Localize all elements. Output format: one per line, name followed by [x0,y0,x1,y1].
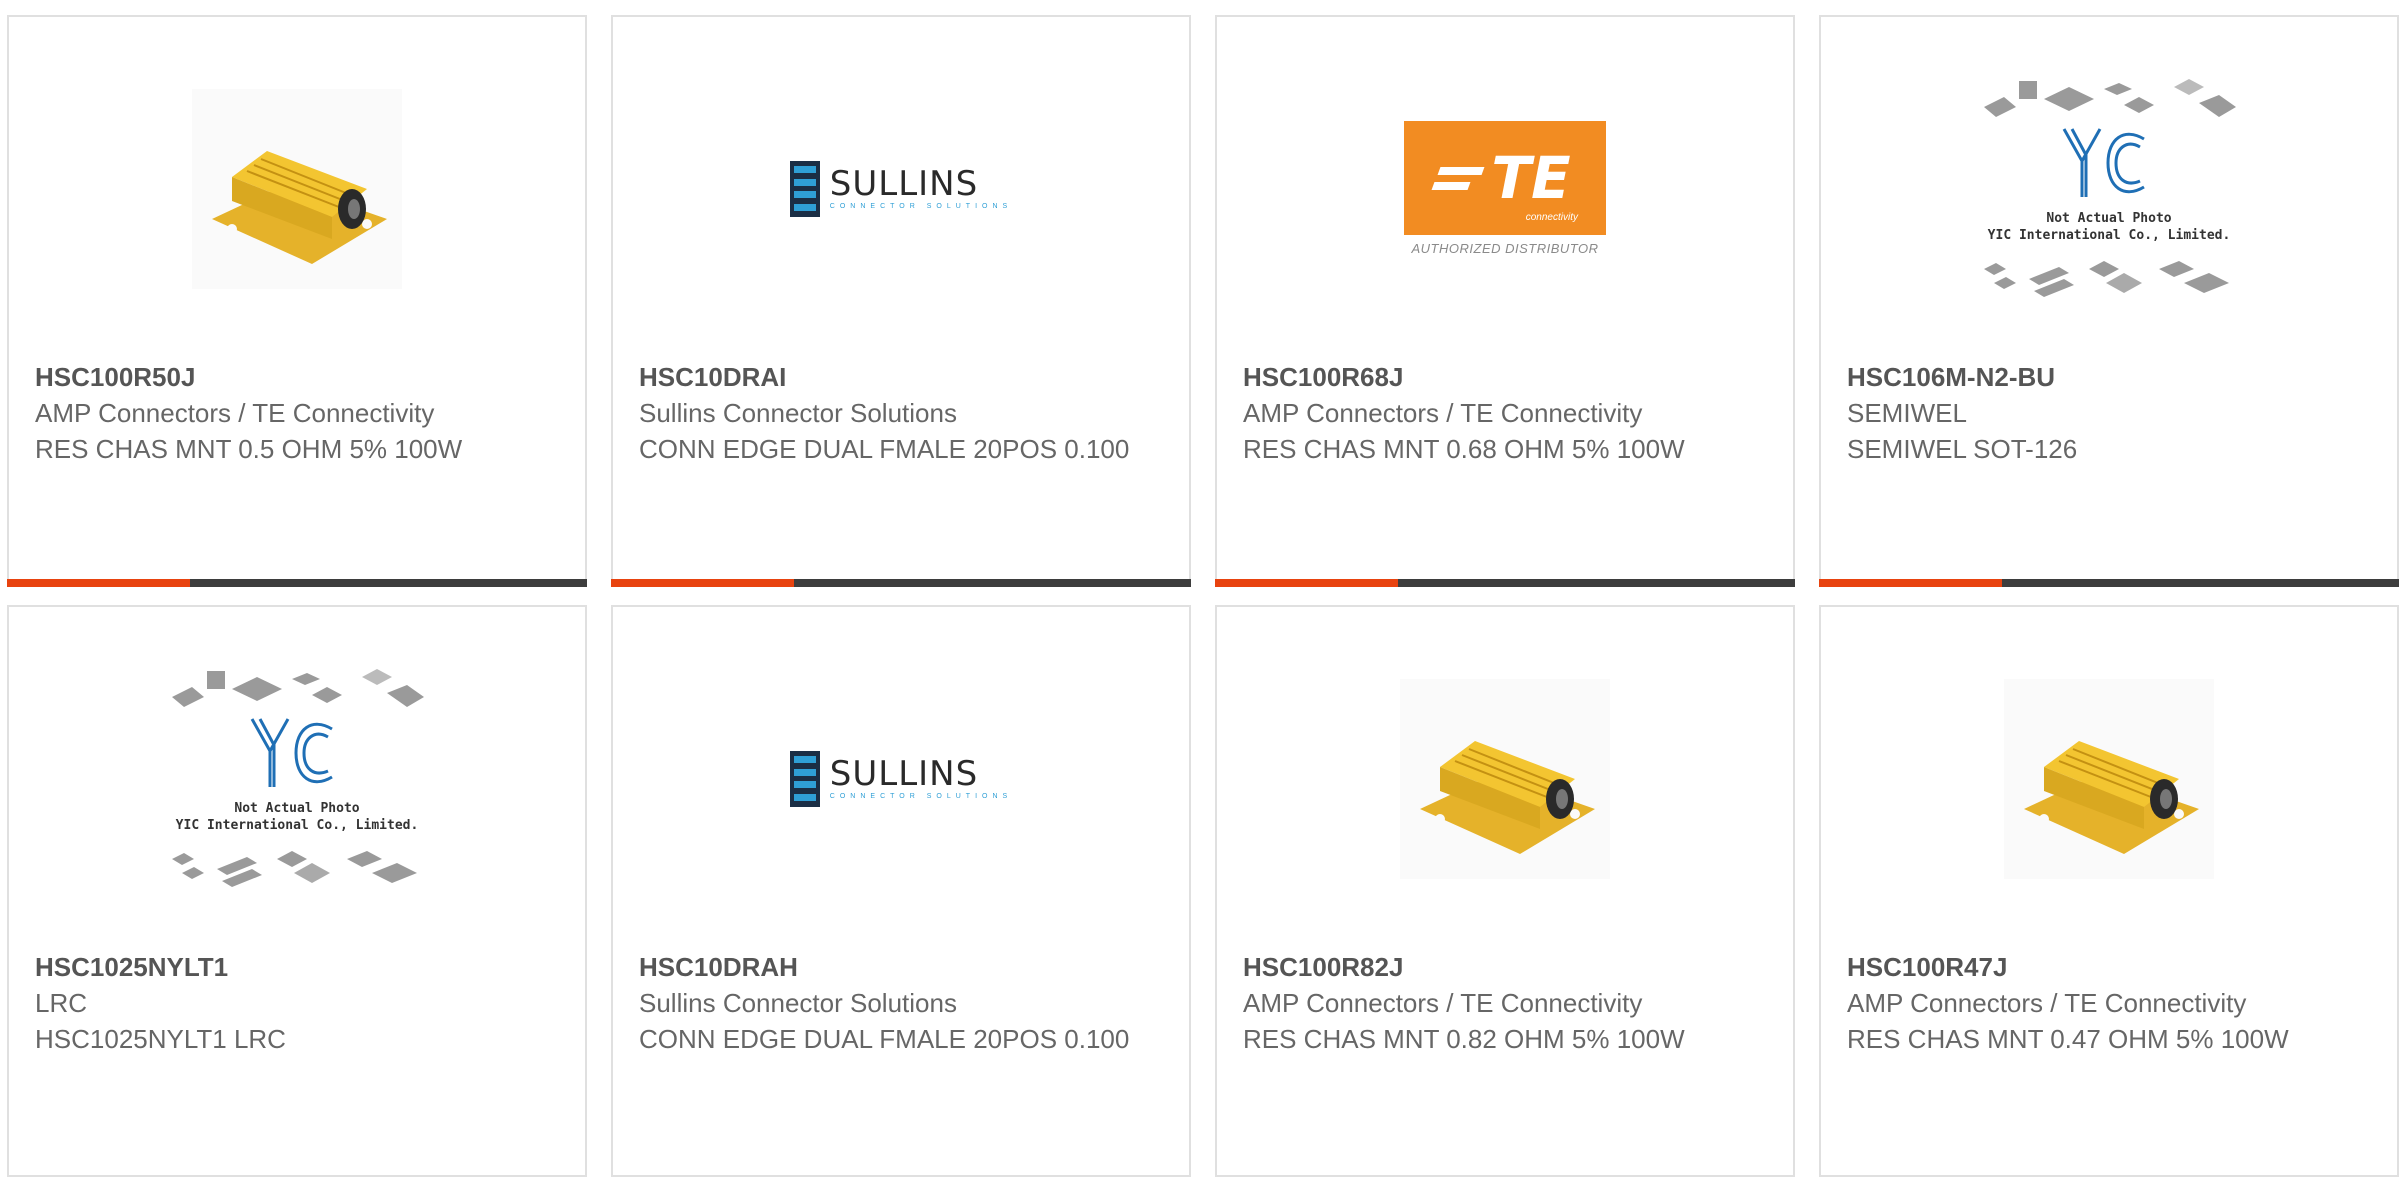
description: RES CHAS MNT 0.47 OHM 5% 100W [1847,1024,2289,1054]
product-text: HSC100R47J AMP Connectors / TE Connectiv… [1847,949,2371,1057]
te-logo: TE connectivity AUTHORIZED DISTRIBUTOR [1404,121,1606,256]
sullins-wordmark: SULLINS [829,753,979,794]
product-card[interactable]: HSC100R82J AMP Connectors / TE Connectiv… [1215,605,1795,1177]
part-number[interactable]: HSC106M-N2-BU [1847,359,2371,395]
product-text: HSC100R82J AMP Connectors / TE Connectiv… [1243,949,1767,1057]
product-text: HSC106M-N2-BU SEMIWEL SEMIWEL SOT-126 [1847,359,2371,467]
manufacturer: AMP Connectors / TE Connectivity [1847,988,2247,1018]
sullins-tagline: CONNECTOR SOLUTIONS [829,202,1013,210]
part-number[interactable]: HSC10DRAI [639,359,1163,395]
resistor-image [1400,678,1610,879]
card-footer-accent [7,579,190,587]
card-footer-bar [1819,579,2399,587]
yic-placeholder-image: Not Actual Photo YIC International Co., … [172,668,424,887]
description: HSC1025NYLT1 LRC [35,1024,286,1054]
manufacturer: SEMIWEL [1847,398,1967,428]
product-card[interactable]: Not Actual Photo YIC International Co., … [7,605,587,1177]
yic-line1: Not Actual Photo [234,801,359,816]
product-image[interactable] [1821,607,2397,950]
product-card[interactable]: SULLINS CONNECTOR SOLUTIONS HSC10DRAI Su… [611,15,1191,587]
sullins-wordmark: SULLINS [829,163,979,204]
product-grid: HSC100R50J AMP Connectors / TE Connectiv… [7,15,2399,1177]
sullins-logo: SULLINS CONNECTOR SOLUTIONS [789,160,1013,217]
card-footer-accent [611,579,794,587]
product-text: HSC100R50J AMP Connectors / TE Connectiv… [35,359,559,467]
product-card[interactable]: Not Actual Photo YIC International Co., … [1819,15,2399,587]
product-image[interactable] [1217,607,1793,950]
description: SEMIWEL SOT-126 [1847,434,2078,464]
part-number[interactable]: HSC1025NYLT1 [35,949,559,985]
sullins-mark-icon [789,160,820,217]
manufacturer: Sullins Connector Solutions [639,398,957,428]
manufacturer: Sullins Connector Solutions [639,988,957,1018]
product-card[interactable]: SULLINS CONNECTOR SOLUTIONS HSC10DRAH Su… [611,605,1191,1177]
product-image[interactable]: Not Actual Photo YIC International Co., … [1821,17,2397,360]
product-card[interactable]: HSC100R50J AMP Connectors / TE Connectiv… [7,15,587,587]
part-number[interactable]: HSC100R50J [35,359,559,395]
manufacturer: LRC [35,988,88,1018]
product-card[interactable]: HSC100R47J AMP Connectors / TE Connectiv… [1819,605,2399,1177]
manufacturer: AMP Connectors / TE Connectivity [1243,988,1643,1018]
card-footer-accent [1215,579,1398,587]
card-footer-bar [7,579,587,587]
product-image[interactable]: TE connectivity AUTHORIZED DISTRIBUTOR [1217,17,1793,360]
part-number[interactable]: HSC100R82J [1243,949,1767,985]
description: RES CHAS MNT 0.82 OHM 5% 100W [1243,1024,1685,1054]
description: CONN EDGE DUAL FMALE 20POS 0.100 [639,434,1130,464]
description: CONN EDGE DUAL FMALE 20POS 0.100 [639,1024,1130,1054]
product-card[interactable]: TE connectivity AUTHORIZED DISTRIBUTOR H… [1215,15,1795,587]
manufacturer: AMP Connectors / TE Connectivity [1243,398,1643,428]
product-image[interactable]: SULLINS CONNECTOR SOLUTIONS [613,17,1189,360]
card-footer-accent [1819,579,2002,587]
sullins-tagline: CONNECTOR SOLUTIONS [829,792,1013,800]
te-sub: connectivity [1525,212,1578,223]
yic-line1: Not Actual Photo [2046,211,2171,226]
product-text: HSC100R68J AMP Connectors / TE Connectiv… [1243,359,1767,467]
yic-placeholder-image: Not Actual Photo YIC International Co., … [1984,78,2236,297]
yic-line2: YIC International Co., Limited. [1988,228,2231,243]
part-number[interactable]: HSC100R47J [1847,949,2371,985]
part-number[interactable]: HSC10DRAH [639,949,1163,985]
resistor-image [192,88,402,289]
description: RES CHAS MNT 0.5 OHM 5% 100W [35,434,463,464]
card-footer-bar [611,579,1191,587]
yic-line2: YIC International Co., Limited. [176,818,419,833]
manufacturer: AMP Connectors / TE Connectivity [35,398,435,428]
sullins-logo: SULLINS CONNECTOR SOLUTIONS [789,750,1013,807]
te-authorized: AUTHORIZED DISTRIBUTOR [1411,241,1599,256]
resistor-image [2004,678,2214,879]
te-stripes-icon [1431,166,1485,190]
te-letters: TE [1491,144,1571,212]
product-image[interactable]: Not Actual Photo YIC International Co., … [9,607,585,950]
card-footer-bar [1215,579,1795,587]
description: RES CHAS MNT 0.68 OHM 5% 100W [1243,434,1685,464]
product-image[interactable] [9,17,585,360]
product-text: HSC10DRAH Sullins Connector Solutions CO… [639,949,1163,1057]
product-text: HSC10DRAI Sullins Connector Solutions CO… [639,359,1163,467]
sullins-mark-icon [789,750,820,807]
part-number[interactable]: HSC100R68J [1243,359,1767,395]
product-text: HSC1025NYLT1 LRC HSC1025NYLT1 LRC [35,949,559,1057]
product-image[interactable]: SULLINS CONNECTOR SOLUTIONS [613,607,1189,950]
